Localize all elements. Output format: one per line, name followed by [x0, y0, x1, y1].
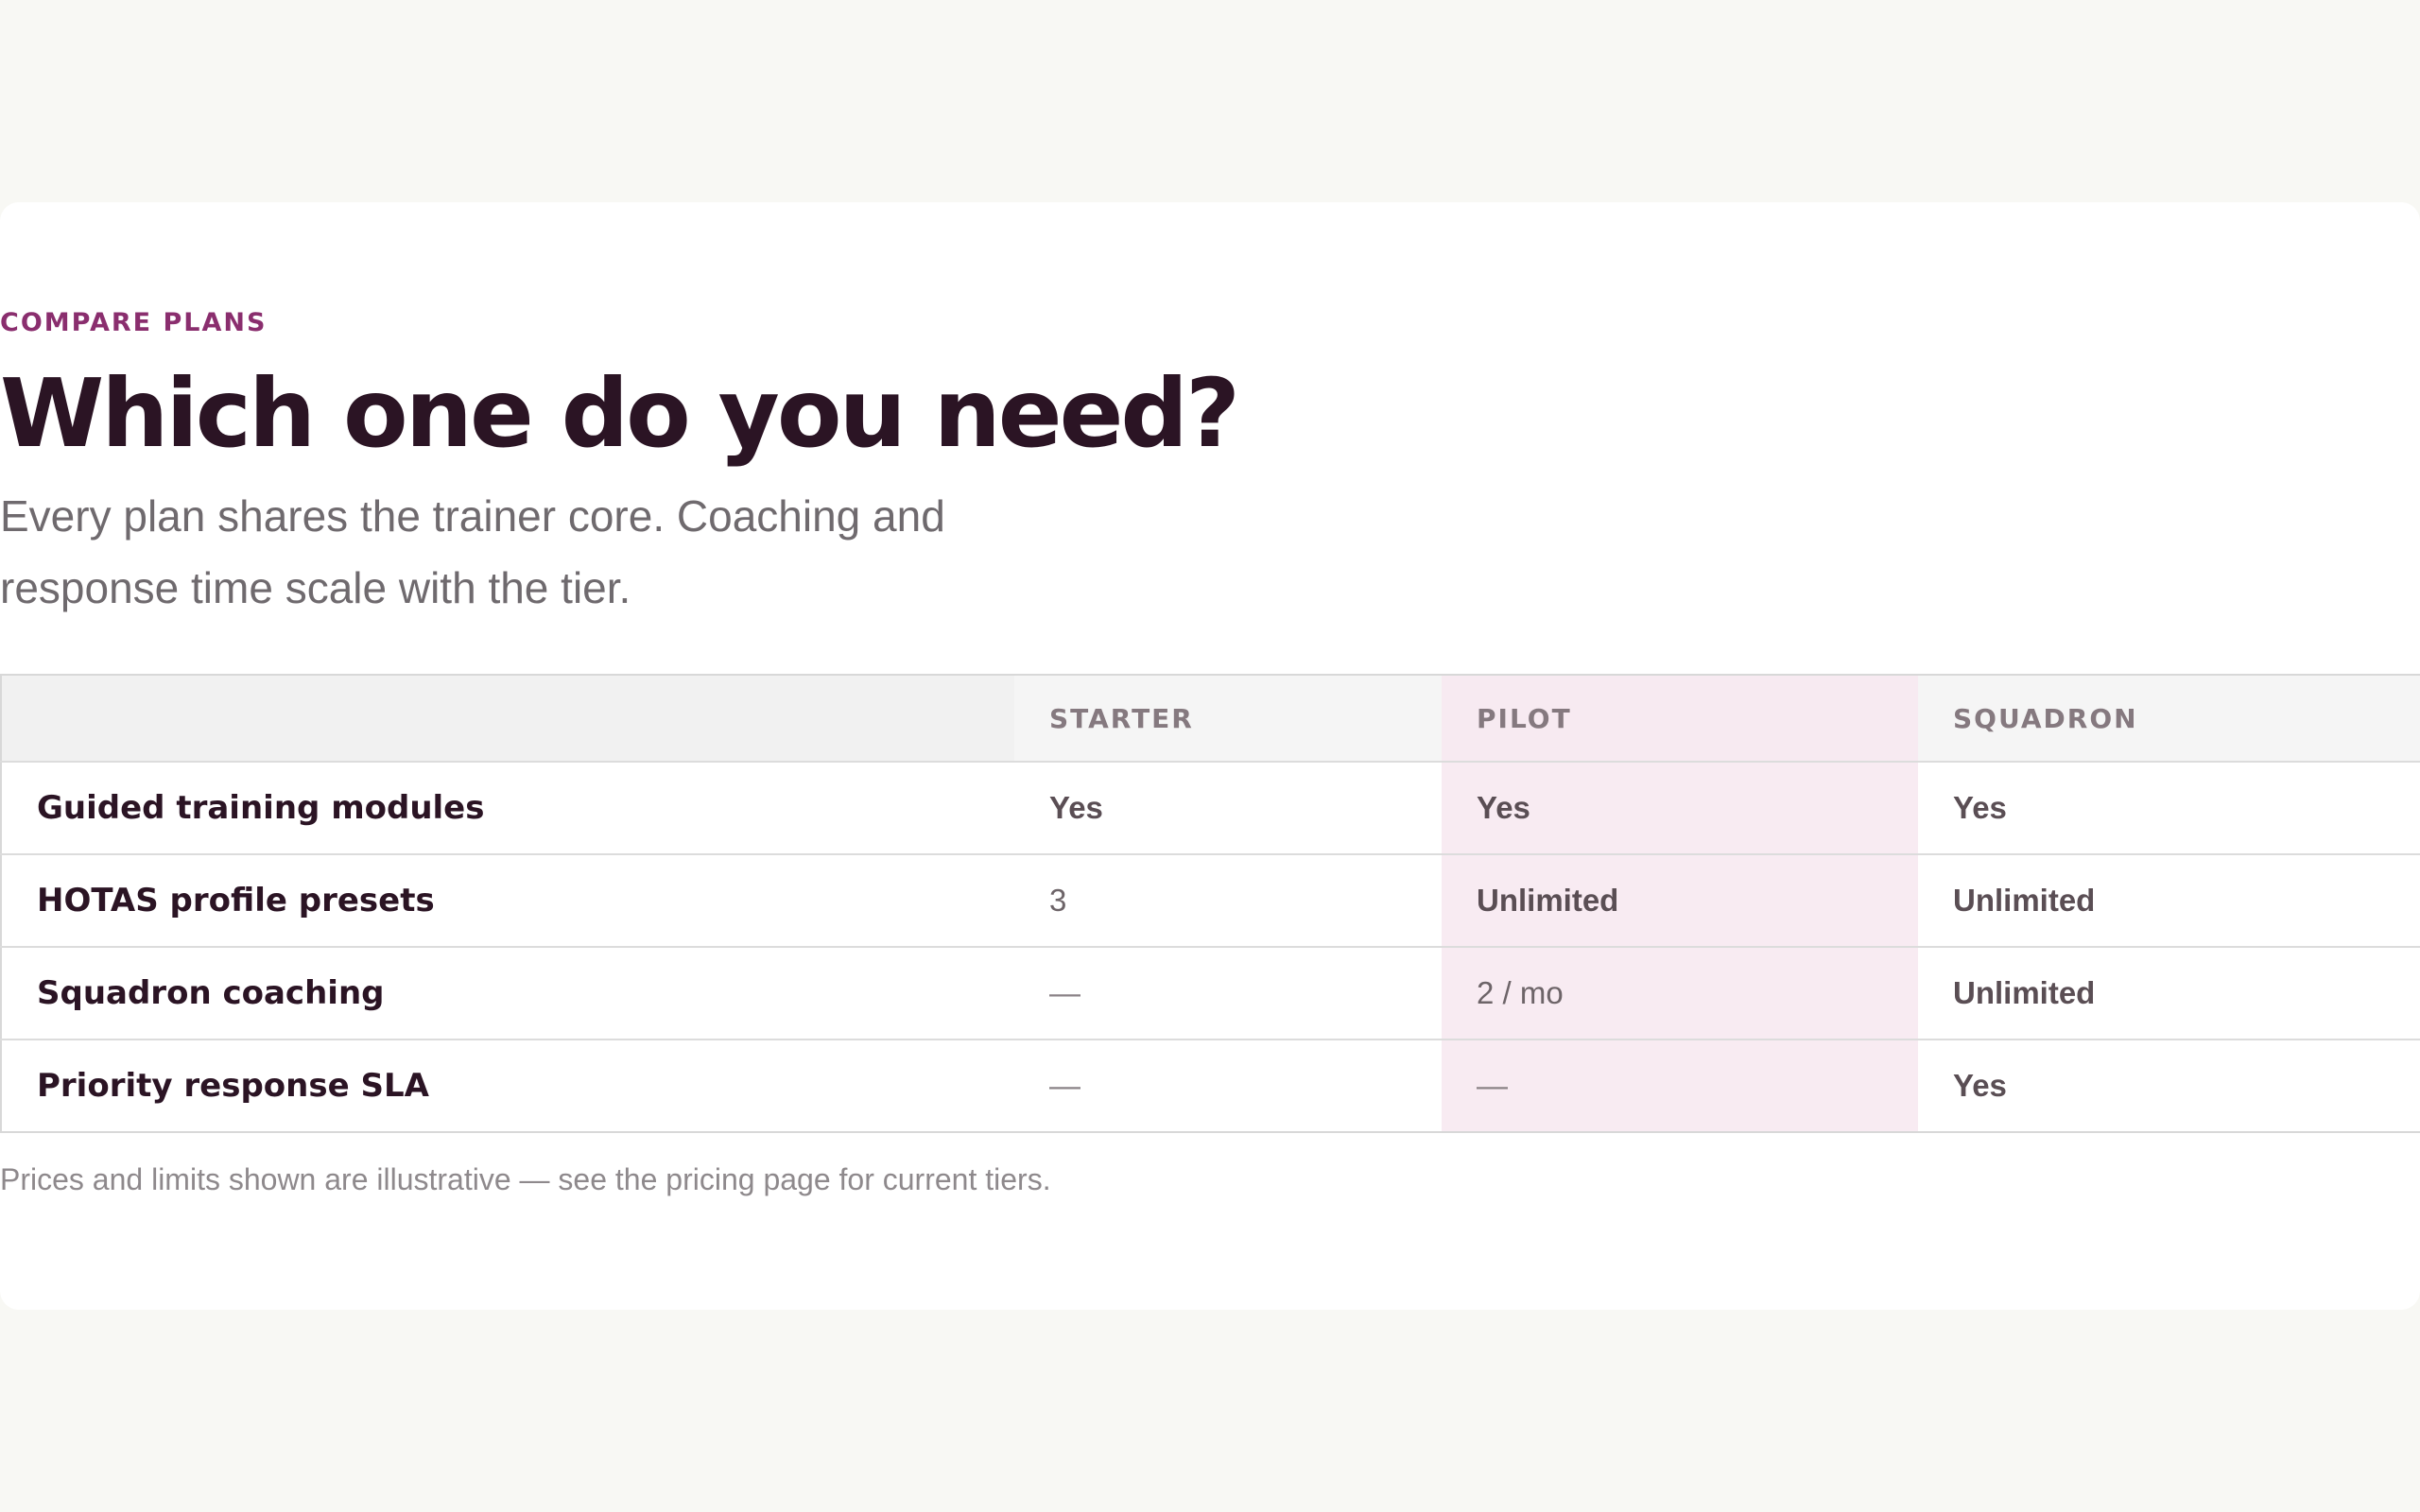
pilot-value: Yes	[1442, 762, 1918, 854]
column-header-squadron: SQUADRON	[1918, 675, 2420, 762]
column-header-pilot: PILOT	[1442, 675, 1918, 762]
section-subtitle: Every plan shares the trainer core. Coac…	[0, 491, 945, 612]
feature-label: Priority response SLA	[37, 1067, 429, 1105]
pilot-value: —	[1442, 1040, 1918, 1132]
pilot-value: 2 / mo	[1442, 947, 1918, 1040]
feature-label: HOTAS profile presets	[37, 882, 435, 919]
section-title: Which one do you need?	[0, 358, 1240, 469]
table-header-row: STARTER PILOT SQUADRON	[1, 675, 2420, 762]
starter-value: 3	[1049, 883, 1067, 918]
squadron-value: Yes	[1953, 1068, 2007, 1103]
feature-label: Squadron coaching	[37, 974, 385, 1012]
starter-value: —	[1049, 1068, 1080, 1103]
pilot-value: Unlimited	[1442, 854, 1918, 947]
table-row: HOTAS profile presets 3 Unlimited Unlimi…	[1, 854, 2420, 947]
feature-label: Guided training modules	[37, 789, 485, 827]
starter-value: —	[1049, 975, 1080, 1010]
table-row: Priority response SLA — — Yes	[1, 1040, 2420, 1132]
column-header-starter: STARTER	[1014, 675, 1442, 762]
squadron-value: Unlimited	[1953, 883, 2096, 918]
section-eyebrow: COMPARE PLANS	[0, 308, 268, 337]
feature-column-header	[1, 675, 1014, 762]
comparison-table: STARTER PILOT SQUADRON Guided training m…	[0, 674, 2420, 1133]
starter-value: Yes	[1049, 790, 1103, 825]
footnote: Prices and limits shown are illustrative…	[0, 1162, 1051, 1196]
squadron-value: Unlimited	[1953, 975, 2096, 1010]
squadron-value: Yes	[1953, 790, 2007, 825]
table-row: Squadron coaching — 2 / mo Unlimited	[1, 947, 2420, 1040]
table-row: Guided training modules Yes Yes Yes	[1, 762, 2420, 854]
